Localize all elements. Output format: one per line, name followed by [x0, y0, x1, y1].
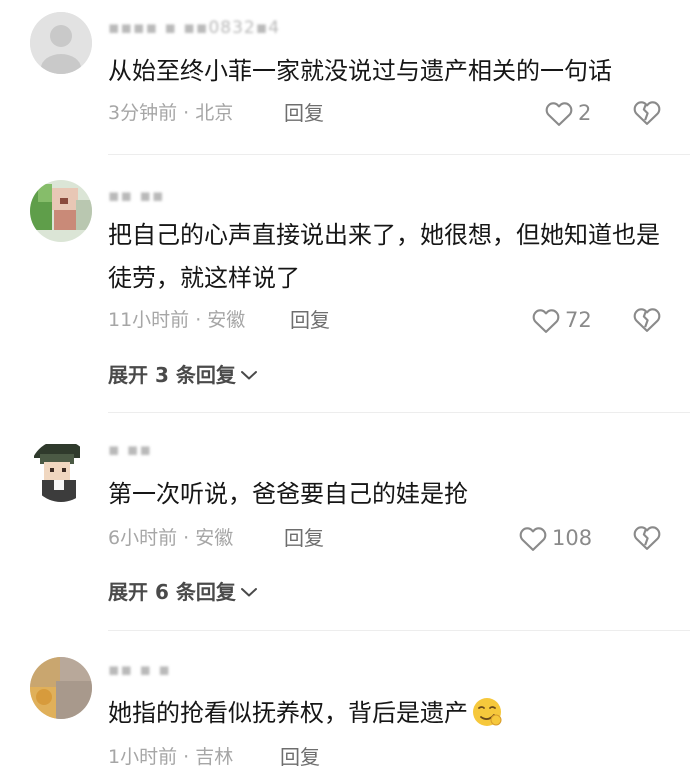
reply-button[interactable]: 回复	[280, 742, 320, 772]
like-button[interactable]: 72	[531, 305, 592, 335]
like-button[interactable]: 2	[544, 98, 591, 128]
dislike-button[interactable]	[632, 305, 662, 335]
username[interactable]: ▪▪ ▪▪	[108, 186, 165, 206]
dislike-button[interactable]	[632, 98, 662, 128]
divider	[108, 154, 690, 155]
broken-heart-icon	[633, 308, 661, 332]
avatar[interactable]	[30, 12, 92, 74]
expand-replies-label: 展开 6 条回复	[108, 580, 236, 604]
reply-button[interactable]: 回复	[290, 305, 330, 335]
username[interactable]: ▪ ▪▪	[108, 440, 152, 460]
broken-heart-icon	[633, 101, 661, 125]
reply-button[interactable]: 回复	[284, 523, 324, 553]
like-button[interactable]: 108	[518, 523, 592, 553]
avatar-image-icon	[30, 180, 92, 242]
expand-replies-button[interactable]: 展开 6 条回复	[108, 577, 258, 607]
comment-text: 她指的抢看似抚养权，背后是遗产	[108, 692, 668, 742]
heart-icon	[545, 102, 573, 126]
avatar-image-icon	[30, 657, 92, 719]
expand-replies-label: 展开 3 条回复	[108, 363, 236, 387]
dislike-button[interactable]	[632, 523, 662, 553]
chevron-down-icon	[240, 371, 257, 380]
comment-text-body: 她指的抢看似抚养权，背后是遗产	[108, 699, 468, 727]
heart-icon	[519, 527, 547, 551]
broken-heart-icon	[633, 526, 661, 550]
expand-replies-button[interactable]: 展开 3 条回复	[108, 360, 258, 390]
divider	[108, 412, 690, 413]
avatar-placeholder-icon	[30, 12, 92, 74]
avatar[interactable]	[30, 440, 92, 502]
divider	[108, 630, 690, 631]
comment-text: 第一次听说，爸爸要自己的娃是抢	[108, 480, 468, 508]
like-count: 72	[565, 308, 592, 332]
username[interactable]: ▪▪ ▪ ▪	[108, 660, 171, 680]
smirk-emoji-icon	[471, 696, 503, 742]
avatar-image-icon	[30, 440, 92, 502]
comment-meta: 3分钟前 · 北京	[108, 102, 234, 124]
avatar[interactable]	[30, 657, 92, 719]
reply-button[interactable]: 回复	[284, 98, 324, 128]
comment-meta: 1小时前 · 吉林	[108, 746, 234, 768]
avatar[interactable]	[30, 180, 92, 242]
comment-meta: 11小时前 · 安徽	[108, 309, 246, 331]
chevron-down-icon	[240, 588, 257, 597]
comment-meta: 6小时前 · 安徽	[108, 527, 234, 549]
heart-icon	[532, 309, 560, 333]
like-count: 108	[552, 526, 593, 550]
comment-text: 从始至终小菲一家就没说过与遗产相关的一句话	[108, 57, 612, 85]
comment-text: 把自己的心声直接说出来了，她很想，但她知道也是徒劳，就这样说了	[108, 221, 660, 292]
like-count: 2	[578, 101, 592, 125]
username[interactable]: ▪▪▪▪ ▪ ▪▪0832▪4	[108, 18, 280, 38]
